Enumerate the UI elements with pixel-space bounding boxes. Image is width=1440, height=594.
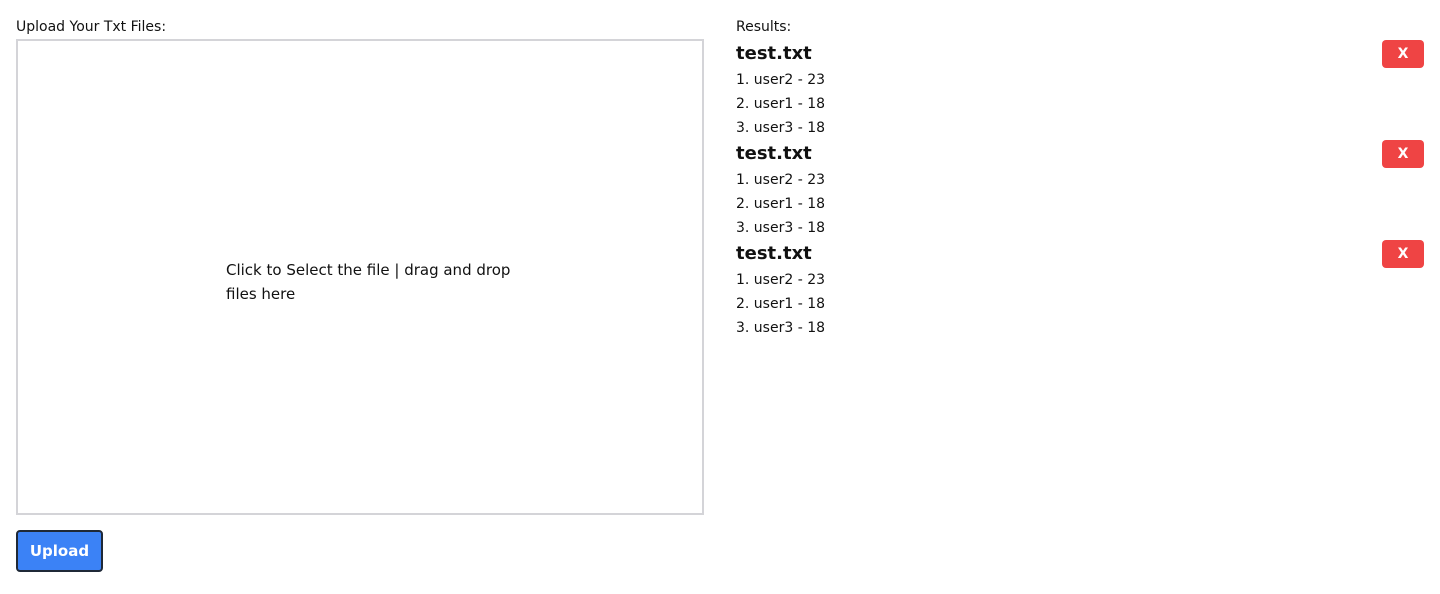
result-line: 2. user1 - 18 <box>736 296 826 312</box>
result-line: 2. user1 - 18 <box>736 196 826 212</box>
upload-panel: Upload Your Txt Files: Click to Select t… <box>16 16 704 572</box>
result-line: 1. user2 - 23 <box>736 72 826 88</box>
result-item: test.txt X 1. user2 - 23 2. user1 - 18 3… <box>736 240 1424 340</box>
upload-label: Upload Your Txt Files: <box>16 19 167 35</box>
result-filename: test.txt <box>736 243 812 264</box>
result-line: 1. user2 - 23 <box>736 172 826 188</box>
dropzone-instructions: Click to Select the file | drag and drop… <box>226 261 511 303</box>
result-filename: test.txt <box>736 43 812 64</box>
result-line: 3. user3 - 18 <box>736 320 826 336</box>
file-dropzone[interactable]: Click to Select the file | drag and drop… <box>16 39 704 515</box>
results-panel: Results: test.txt X 1. user2 - 23 2. use… <box>736 16 1424 340</box>
result-line: 3. user3 - 18 <box>736 120 826 136</box>
remove-result-button[interactable]: X <box>1382 40 1424 68</box>
remove-result-button[interactable]: X <box>1382 240 1424 268</box>
upload-button[interactable]: Upload <box>16 530 103 572</box>
result-filename: test.txt <box>736 143 812 164</box>
result-item: test.txt X 1. user2 - 23 2. user1 - 18 3… <box>736 40 1424 140</box>
result-line: 1. user2 - 23 <box>736 272 826 288</box>
result-line: 3. user3 - 18 <box>736 220 826 236</box>
result-line: 2. user1 - 18 <box>736 96 826 112</box>
results-label: Results: <box>736 19 792 35</box>
result-item: test.txt X 1. user2 - 23 2. user1 - 18 3… <box>736 140 1424 240</box>
remove-result-button[interactable]: X <box>1382 140 1424 168</box>
